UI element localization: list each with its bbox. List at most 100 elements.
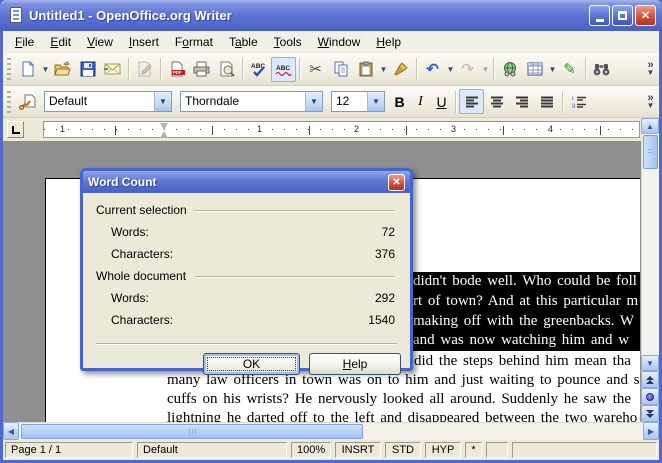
menu-insert[interactable]: Insert bbox=[121, 32, 167, 52]
hyperlink-button[interactable] bbox=[497, 57, 522, 82]
bold-button[interactable]: B bbox=[389, 89, 410, 114]
align-justify-button[interactable] bbox=[534, 89, 559, 114]
vertical-scrollbar[interactable]: ▲ ▼ bbox=[641, 118, 659, 422]
undo-button[interactable]: ↶ bbox=[420, 57, 445, 82]
show-draw-functions-button[interactable]: ✎ bbox=[557, 57, 582, 82]
format-paintbrush-button[interactable] bbox=[388, 57, 413, 82]
font-size-value[interactable]: 12 bbox=[332, 92, 367, 111]
open-button[interactable] bbox=[50, 57, 75, 82]
horizontal-ruler[interactable]: 1 1 2 3 4 bbox=[43, 121, 640, 138]
underline-button[interactable]: U bbox=[431, 89, 452, 114]
menu-view[interactable]: View bbox=[79, 32, 121, 52]
text-selection[interactable]: didn't bode well. Who could be foll rt o… bbox=[410, 272, 640, 351]
paste-dropdown-arrow[interactable]: ▼ bbox=[379, 65, 388, 74]
navigation-button[interactable] bbox=[641, 388, 659, 405]
paragraph-style-dropdown-button[interactable]: ▼ bbox=[154, 92, 171, 111]
font-name-value[interactable]: Thorndale bbox=[181, 92, 305, 111]
help-button[interactable]: Help bbox=[309, 353, 401, 375]
italic-button[interactable]: I bbox=[410, 89, 431, 114]
scroll-right-button[interactable]: ▶ bbox=[643, 422, 659, 440]
toolbar-overflow-button[interactable]: » ▼ bbox=[646, 61, 657, 77]
status-selection-mode[interactable]: STD bbox=[385, 442, 421, 458]
menu-window[interactable]: Window bbox=[310, 32, 369, 52]
document-line-selected[interactable]: didn't bode well. Who could be foll bbox=[410, 272, 640, 292]
maximize-button[interactable] bbox=[612, 5, 633, 26]
undo-dropdown-arrow[interactable]: ▼ bbox=[446, 65, 455, 74]
menu-format[interactable]: Format bbox=[167, 32, 221, 52]
font-size-dropdown-button[interactable]: ▼ bbox=[367, 92, 384, 111]
toolbar-grip[interactable] bbox=[7, 91, 11, 113]
align-right-button[interactable] bbox=[509, 89, 534, 114]
font-size-combobox[interactable]: 12 ▼ bbox=[331, 91, 385, 112]
scroll-down-button[interactable]: ▼ bbox=[641, 355, 659, 371]
toolbar-separator bbox=[128, 58, 129, 80]
ruler-number: 4 bbox=[547, 124, 554, 134]
font-name-combobox[interactable]: Thorndale ▼ bbox=[180, 91, 323, 112]
cut-button[interactable]: ✂ bbox=[303, 57, 328, 82]
email-button[interactable] bbox=[100, 57, 125, 82]
document-line[interactable]: lightning he darted off to the left and … bbox=[167, 409, 640, 422]
document-line[interactable]: cuffs on his wrists? He nervously looked… bbox=[167, 390, 640, 409]
ok-button[interactable]: OK bbox=[203, 353, 300, 375]
spellcheck-button[interactable]: ABC bbox=[246, 57, 271, 82]
status-page-style[interactable]: Default bbox=[137, 442, 287, 458]
next-page-button[interactable] bbox=[641, 405, 659, 422]
indent-marker[interactable] bbox=[160, 123, 169, 138]
new-document-icon bbox=[20, 61, 36, 77]
menu-edit[interactable]: Edit bbox=[42, 32, 79, 52]
status-hyperlink-mode[interactable]: HYP bbox=[425, 442, 461, 458]
dialog-close-button[interactable]: ✕ bbox=[388, 174, 405, 191]
characters-value: 376 bbox=[375, 247, 395, 261]
print-button[interactable] bbox=[189, 57, 214, 82]
copy-button[interactable] bbox=[328, 57, 353, 82]
find-replace-button[interactable] bbox=[589, 57, 614, 82]
scroll-left-button[interactable]: ◀ bbox=[3, 422, 19, 440]
document-line[interactable]: did the steps behind him mean tha bbox=[414, 352, 640, 371]
status-zoom[interactable]: 100% bbox=[291, 442, 331, 458]
scroll-up-button[interactable]: ▲ bbox=[641, 118, 659, 134]
toolbar-overflow-button[interactable]: » ▼ bbox=[646, 94, 657, 110]
document-line-selected[interactable]: and was now watching him and w bbox=[410, 331, 640, 351]
horizontal-scroll-track[interactable] bbox=[19, 422, 643, 440]
tab-stop-selector[interactable] bbox=[7, 121, 24, 138]
dialog-title-bar[interactable]: Word Count ✕ bbox=[83, 171, 410, 193]
numbering-button[interactable]: III bbox=[566, 89, 591, 114]
horizontal-scroll-thumb[interactable] bbox=[21, 424, 363, 439]
align-left-button[interactable] bbox=[459, 89, 484, 114]
previous-page-button[interactable] bbox=[641, 371, 659, 388]
paragraph-style-value[interactable]: Default bbox=[45, 92, 154, 111]
toolbar-grip[interactable] bbox=[7, 58, 11, 80]
font-name-dropdown-button[interactable]: ▼ bbox=[305, 92, 322, 111]
vertical-scroll-track[interactable] bbox=[641, 134, 659, 355]
menu-tools[interactable]: Tools bbox=[266, 32, 310, 52]
menu-table[interactable]: Table bbox=[221, 32, 266, 52]
horizontal-scrollbar[interactable]: ◀ ▶ bbox=[3, 422, 659, 440]
status-page-number[interactable]: Page 1 / 1 bbox=[5, 442, 133, 458]
redo-button[interactable]: ↷ bbox=[455, 57, 480, 82]
status-insert-mode[interactable]: INSRT bbox=[335, 442, 381, 458]
styles-formatting-button[interactable] bbox=[15, 89, 40, 114]
document-line-selected[interactable]: making off with the greenbacks. W bbox=[410, 312, 640, 332]
new-dropdown-arrow[interactable]: ▼ bbox=[41, 65, 50, 74]
table-dropdown-arrow[interactable]: ▼ bbox=[548, 65, 557, 74]
paragraph-style-combobox[interactable]: Default ▼ bbox=[44, 91, 172, 112]
status-modified-flag[interactable]: * bbox=[465, 442, 482, 458]
menu-file[interactable]: File bbox=[7, 32, 42, 52]
redo-dropdown-arrow[interactable]: ▼ bbox=[481, 65, 490, 74]
save-button[interactable] bbox=[75, 57, 100, 82]
menu-help[interactable]: Help bbox=[368, 32, 409, 52]
new-document-button[interactable] bbox=[15, 57, 40, 82]
minimize-button[interactable] bbox=[589, 5, 610, 26]
title-bar[interactable]: Untitled1 - OpenOffice.org Writer ✕ bbox=[0, 0, 662, 31]
close-button[interactable]: ✕ bbox=[635, 5, 656, 26]
paste-button[interactable] bbox=[353, 57, 378, 82]
autospellcheck-button[interactable]: ABC bbox=[271, 57, 296, 82]
page-preview-button[interactable] bbox=[214, 57, 239, 82]
align-center-button[interactable] bbox=[484, 89, 509, 114]
vertical-scroll-thumb[interactable] bbox=[643, 135, 658, 169]
toolbar-separator bbox=[493, 58, 494, 80]
document-line-selected[interactable]: rt of town? And at this particular m bbox=[410, 292, 640, 312]
edit-file-button[interactable] bbox=[132, 57, 157, 82]
export-pdf-button[interactable]: PDF bbox=[164, 57, 189, 82]
insert-table-button[interactable] bbox=[522, 57, 547, 82]
